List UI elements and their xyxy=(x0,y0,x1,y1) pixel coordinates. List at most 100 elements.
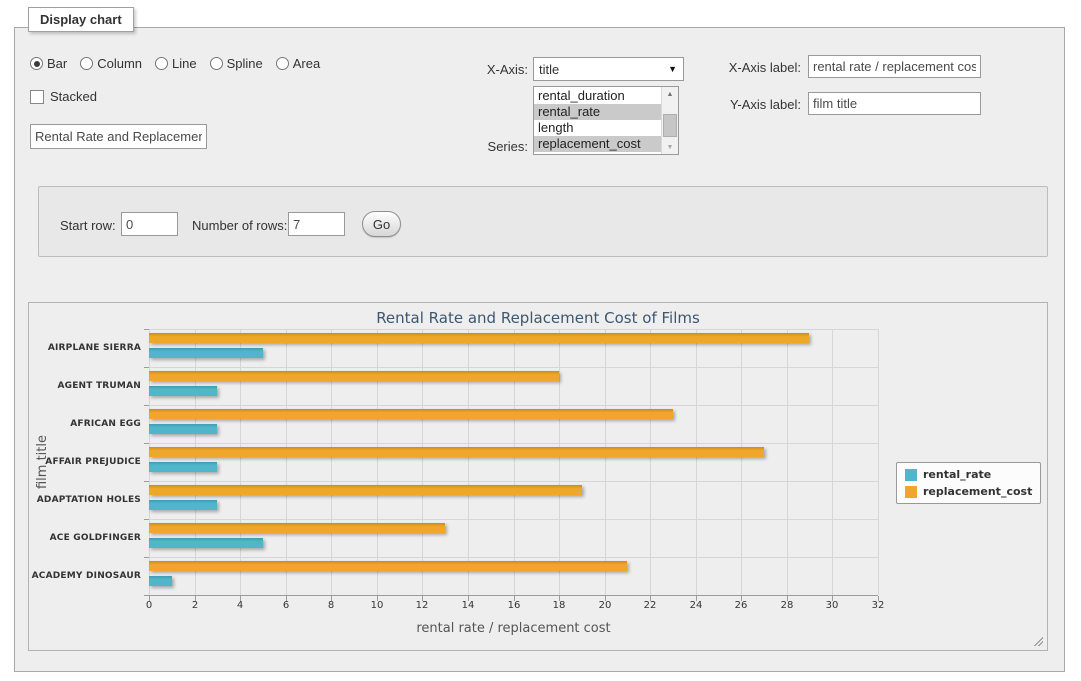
series-scrollbar[interactable]: ▲ ▼ xyxy=(661,87,678,154)
scroll-down-icon[interactable]: ▼ xyxy=(662,140,678,154)
panel-legend: Display chart xyxy=(28,7,134,32)
scrollbar-thumb[interactable] xyxy=(663,114,677,137)
bar-replacement-cost-ace-goldfinger[interactable] xyxy=(149,523,445,533)
chart-type-radio-group: Bar Column Line Spline Area xyxy=(30,56,320,71)
chart-panel: Rental Rate and Replacement Cost of Film… xyxy=(28,302,1048,651)
radio-label: Area xyxy=(293,56,320,71)
x-axis-label-label: X-Axis label: xyxy=(701,60,801,75)
bar-rental-rate-ace-goldfinger[interactable] xyxy=(149,538,263,548)
x-axis-line xyxy=(149,595,878,596)
stacked-option[interactable]: Stacked xyxy=(30,89,97,104)
row-controls-box xyxy=(38,186,1048,257)
legend-item-rental-rate[interactable]: rental_rate xyxy=(905,468,1032,481)
chart-title-input[interactable] xyxy=(30,124,207,149)
stacked-checkbox[interactable] xyxy=(30,90,44,104)
bar-rental-rate-african-egg[interactable] xyxy=(149,424,217,434)
x-axis-label-input[interactable] xyxy=(808,55,981,78)
x-axis-select[interactable]: title ▼ xyxy=(533,57,684,81)
gridline-vertical xyxy=(832,329,833,595)
bar-replacement-cost-agent-truman[interactable] xyxy=(149,371,559,381)
y-axis-tick xyxy=(144,519,149,520)
x-tick-label: 18 xyxy=(541,600,577,611)
bar-rental-rate-academy-dinosaur[interactable] xyxy=(149,576,172,586)
radio-icon[interactable] xyxy=(210,57,223,70)
gridline-horizontal xyxy=(149,481,878,482)
x-tick-label: 26 xyxy=(723,600,759,611)
gridline-vertical xyxy=(514,329,515,595)
num-rows-input[interactable] xyxy=(288,212,345,236)
y-axis-title: film title xyxy=(35,402,51,522)
y-axis-label-label: Y-Axis label: xyxy=(701,97,801,112)
legend-item-replacement-cost[interactable]: replacement_cost xyxy=(905,485,1032,498)
x-tick-label: 2 xyxy=(177,600,213,611)
y-category-label: ACADEMY DINOSAUR xyxy=(29,570,141,582)
chart-type-radio-area[interactable]: Area xyxy=(276,56,320,71)
radio-icon[interactable] xyxy=(276,57,289,70)
radio-icon[interactable] xyxy=(80,57,93,70)
bar-rental-rate-agent-truman[interactable] xyxy=(149,386,217,396)
series-option-rental-rate[interactable]: rental_rate xyxy=(534,104,661,120)
radio-label: Column xyxy=(97,56,142,71)
gridline-horizontal xyxy=(149,443,878,444)
bar-replacement-cost-african-egg[interactable] xyxy=(149,409,673,419)
num-rows-label: Number of rows: xyxy=(192,218,287,233)
x-tick-label: 28 xyxy=(769,600,805,611)
x-tick-label: 12 xyxy=(404,600,440,611)
start-row-label: Start row: xyxy=(60,218,116,233)
bar-replacement-cost-affair-prejudice[interactable] xyxy=(149,447,764,457)
radio-label: Bar xyxy=(47,56,67,71)
gridline-vertical xyxy=(605,329,606,595)
x-axis-tick-labels: 02468101214161820222426283032 xyxy=(149,600,878,614)
series-option-rental-duration[interactable]: rental_duration xyxy=(534,88,661,104)
x-axis-select-value: title xyxy=(539,62,559,77)
y-category-label: ACE GOLDFINGER xyxy=(29,532,141,544)
legend-swatch-icon xyxy=(905,486,917,498)
gridline-vertical xyxy=(240,329,241,595)
x-axis-title: rental rate / replacement cost xyxy=(149,621,878,636)
gridline-vertical xyxy=(559,329,560,595)
gridline-vertical xyxy=(286,329,287,595)
y-axis-tick xyxy=(144,329,149,330)
chart-type-radio-column[interactable]: Column xyxy=(80,56,142,71)
dropdown-caret-icon: ▼ xyxy=(668,64,677,74)
x-axis-select-label: X-Axis: xyxy=(428,62,528,77)
series-option-length[interactable]: length xyxy=(534,120,661,136)
radio-icon[interactable] xyxy=(155,57,168,70)
y-axis-tick xyxy=(144,557,149,558)
gridline-horizontal xyxy=(149,557,878,558)
y-axis-tick xyxy=(144,481,149,482)
legend-swatch-icon xyxy=(905,469,917,481)
x-tick-label: 32 xyxy=(860,600,896,611)
gridline-vertical xyxy=(468,329,469,595)
chart-type-radio-line[interactable]: Line xyxy=(155,56,197,71)
gridline-vertical xyxy=(422,329,423,595)
gridline-horizontal xyxy=(149,519,878,520)
series-options: rental_durationrental_ratelengthreplacem… xyxy=(534,87,661,154)
chart-legend: rental_rate replacement_cost xyxy=(896,462,1041,504)
chart-type-radio-spline[interactable]: Spline xyxy=(210,56,263,71)
bar-rental-rate-airplane-sierra[interactable] xyxy=(149,348,263,358)
series-option-replacement-cost[interactable]: replacement_cost xyxy=(534,136,661,152)
y-axis-label-input[interactable] xyxy=(808,92,981,115)
start-row-input[interactable] xyxy=(121,212,178,236)
legend-label: rental_rate xyxy=(923,468,991,481)
bar-rental-rate-affair-prejudice[interactable] xyxy=(149,462,217,472)
radio-label: Line xyxy=(172,56,197,71)
y-category-label: AGENT TRUMAN xyxy=(29,380,141,392)
go-button[interactable]: Go xyxy=(362,211,401,237)
gridline-vertical xyxy=(331,329,332,595)
resize-handle-icon[interactable] xyxy=(1032,635,1043,646)
bar-replacement-cost-airplane-sierra[interactable] xyxy=(149,333,809,343)
bar-rental-rate-adaptation-holes[interactable] xyxy=(149,500,217,510)
page: { "panel": { "legend": "Display chart" }… xyxy=(0,0,1081,681)
radio-icon[interactable] xyxy=(30,57,43,70)
x-tick-label: 30 xyxy=(814,600,850,611)
scroll-up-icon[interactable]: ▲ xyxy=(662,87,678,101)
chart-type-radio-bar[interactable]: Bar xyxy=(30,56,67,71)
x-tick-label: 0 xyxy=(131,600,167,611)
gridline-vertical xyxy=(650,329,651,595)
y-category-label: AIRPLANE SIERRA xyxy=(29,342,141,354)
bar-replacement-cost-academy-dinosaur[interactable] xyxy=(149,561,627,571)
bar-replacement-cost-adaptation-holes[interactable] xyxy=(149,485,582,495)
series-multiselect[interactable]: rental_durationrental_ratelengthreplacem… xyxy=(533,86,679,155)
